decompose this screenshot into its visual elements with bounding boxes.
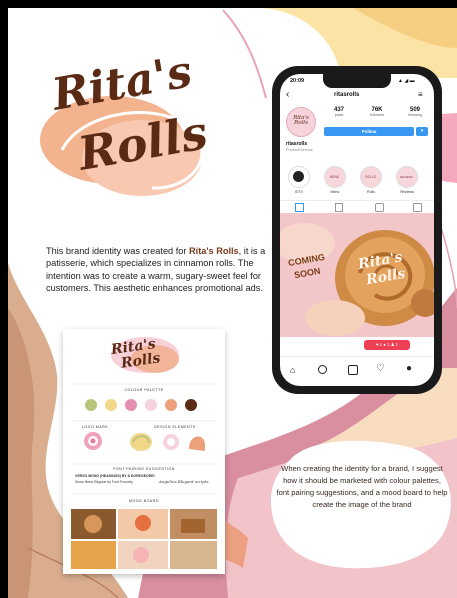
swatch-pink bbox=[125, 399, 137, 411]
intro-paragraph: This brand identity was created for Rita… bbox=[46, 245, 276, 294]
activity-notification-badge[interactable]: ♥ 1 ● 1 ♟ 1 bbox=[364, 340, 410, 350]
bottom-nav: ⌂ ♡ ● bbox=[280, 356, 434, 386]
follow-button[interactable]: Follow bbox=[324, 127, 414, 136]
highlight-igtv[interactable] bbox=[288, 166, 310, 188]
colour-palette-heading: COLOUR PALETTE bbox=[124, 388, 164, 392]
brand-board-card: Rita's Rolls COLOUR PALETTE LOGO MARK DE… bbox=[63, 329, 225, 574]
search-icon[interactable] bbox=[318, 365, 327, 374]
swatch-light-pink bbox=[145, 399, 157, 411]
profile-name: ritasrolls bbox=[286, 141, 308, 147]
font-sample-heading: VERSO MONO (HEADINGS) BY A DOREGEOREI bbox=[75, 474, 155, 478]
intro-text-start: This brand identity was created for bbox=[46, 246, 189, 256]
highlight-rolls[interactable]: ROLLS bbox=[360, 166, 382, 188]
menu-icon[interactable]: ≡ bbox=[418, 90, 423, 99]
design-elements-heading: DESIGN ELEMENTS bbox=[154, 425, 196, 429]
highlight-igtv-label: IGTV bbox=[294, 190, 304, 194]
stat-posts[interactable]: 437 posts bbox=[322, 107, 356, 117]
marketing-note: When creating the identity for a brand, … bbox=[276, 464, 448, 509]
highlight-reviews-text: REVIEWS bbox=[400, 175, 413, 179]
profile-category: Product/Service bbox=[286, 148, 313, 152]
font-sample-body: Snow Neue Regular by Font Foundry bbox=[75, 480, 133, 484]
logo-mark-heading: LOGO MARK bbox=[81, 425, 109, 429]
swatch-green bbox=[85, 399, 97, 411]
highlight-menu[interactable]: MENU bbox=[324, 166, 346, 188]
profile-stats: 437 posts 76K followers 509 following bbox=[322, 107, 432, 123]
mood-board-heading: MOOD BOARD bbox=[129, 499, 159, 503]
coming-soon-post[interactable]: COMING SOON Rita's Rolls bbox=[280, 213, 434, 337]
back-icon[interactable]: ‹ bbox=[286, 89, 289, 100]
avatar-logo-text: Rita's Rolls bbox=[293, 115, 309, 126]
highlight-menu-label: Menu bbox=[330, 190, 340, 194]
reels-tab-icon[interactable] bbox=[375, 203, 384, 212]
portfolio-canvas: Rita's Rolls This brand identity was cre… bbox=[8, 8, 457, 598]
stat-posts-label: posts bbox=[334, 113, 344, 117]
stat-followers-label: followers bbox=[369, 113, 385, 117]
status-icons: ▲ ◢ ▬ bbox=[398, 78, 415, 84]
instagram-screen: 20:09 ▲ ◢ ▬ ‹ ritasrolls ≡ Rita's Rolls … bbox=[280, 74, 434, 386]
page: Rita's Rolls This brand identity was cre… bbox=[0, 0, 457, 598]
profile-username-header: ritasrolls bbox=[334, 92, 360, 98]
status-time: 20:09 bbox=[290, 78, 305, 84]
highlight-reviews-label: Reviews bbox=[400, 190, 414, 194]
highlight-rolls-text: ROLLS bbox=[365, 175, 376, 179]
grid-tab-icon[interactable] bbox=[295, 203, 304, 212]
stat-followers[interactable]: 76K followers bbox=[360, 107, 394, 117]
phone-notch bbox=[323, 74, 391, 88]
highlight-rolls-label: Rolls bbox=[367, 190, 375, 194]
add-post-icon[interactable] bbox=[348, 365, 358, 375]
font-sample-script: Angelica Elegant scripts bbox=[159, 479, 209, 484]
profile-avatar[interactable]: Rita's Rolls bbox=[286, 107, 316, 137]
swatch-yellow bbox=[105, 399, 117, 411]
highlight-reviews[interactable]: REVIEWS bbox=[396, 166, 418, 188]
igtv-icon bbox=[293, 171, 304, 182]
igtv-tab-icon[interactable] bbox=[335, 203, 343, 212]
follow-dropdown-button[interactable]: ▾ bbox=[416, 127, 428, 136]
font-pairing-heading: FONT PAIRING SUGGESTION bbox=[113, 467, 175, 471]
stat-following[interactable]: 509 following bbox=[398, 107, 432, 117]
phone-mockup: 20:09 ▲ ◢ ▬ ‹ ritasrolls ≡ Rita's Rolls … bbox=[272, 66, 442, 394]
profile-icon[interactable]: ● bbox=[406, 363, 412, 374]
swatch-peach bbox=[165, 399, 177, 411]
tagged-tab-icon[interactable] bbox=[413, 203, 422, 212]
intro-brand-name: Rita's Rolls bbox=[189, 246, 239, 256]
highlight-menu-text: MENU bbox=[329, 175, 340, 179]
swatch-brown bbox=[185, 399, 197, 411]
profile-tab-bar bbox=[280, 200, 434, 214]
home-icon[interactable]: ⌂ bbox=[290, 365, 295, 375]
stat-following-label: following bbox=[408, 113, 422, 117]
heart-icon[interactable]: ♡ bbox=[376, 363, 385, 374]
